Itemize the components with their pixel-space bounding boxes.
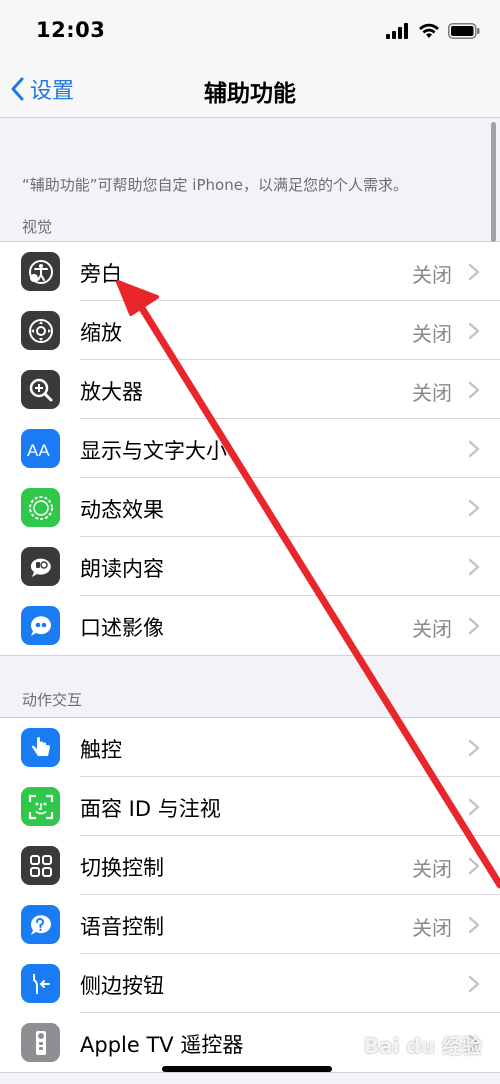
row-label: Apple TV 遥控器 [80, 1033, 244, 1057]
row-label: 缩放 [80, 321, 122, 345]
page-title: 辅助功能 [204, 81, 296, 107]
text-size-icon: AA [21, 429, 60, 468]
voice-control-icon [21, 905, 60, 944]
chevron-right-icon [468, 322, 480, 340]
chevron-right-icon [468, 381, 480, 399]
row-value: 关闭 [412, 617, 452, 641]
settings-row-motion[interactable]: 动态效果 [0, 478, 500, 537]
chevron-right-icon [468, 857, 480, 875]
settings-row-spoken-content[interactable]: 朗读内容 [0, 537, 500, 596]
row-value: 关闭 [412, 381, 452, 405]
motion-icon [21, 488, 60, 527]
row-value: 关闭 [412, 322, 452, 346]
row-value: 关闭 [412, 857, 452, 881]
audio-description-icon [21, 606, 60, 645]
row-label: 口述影像 [80, 616, 164, 640]
touch-icon [21, 728, 60, 767]
chevron-right-icon [468, 916, 480, 934]
settings-row-face-id[interactable]: 面容 ID 与注视 [0, 777, 500, 836]
settings-row-switch-control[interactable]: 切换控制 关闭 [0, 836, 500, 895]
side-button-icon [21, 964, 60, 1003]
row-label: 动态效果 [80, 498, 164, 522]
chevron-right-icon [468, 975, 480, 993]
row-label: 侧边按钮 [80, 974, 164, 998]
group-vision: 旁白 关闭 缩放 关闭 放大器 关闭 AA 显示与文字大小 动态效果 朗读内容 口述影像 关闭 [0, 241, 500, 656]
row-label: 朗读内容 [80, 557, 164, 581]
chevron-right-icon [468, 739, 480, 757]
row-label: 切换控制 [80, 856, 164, 880]
settings-row-voice-control[interactable]: 语音控制 关闭 [0, 895, 500, 954]
row-label: 触控 [80, 738, 122, 762]
zoom-icon [21, 311, 60, 350]
signal-icon [386, 23, 408, 39]
section-header-interaction: 动作交互 [22, 691, 83, 709]
chevron-right-icon [468, 798, 480, 816]
chevron-right-icon [468, 617, 480, 635]
row-label: 语音控制 [80, 915, 164, 939]
settings-content[interactable]: “辅助功能”可帮助您自定 iPhone，以满足您的个人需求。 视觉 旁白 关闭 缩放… [0, 119, 500, 1084]
battery-icon [448, 23, 480, 39]
row-label: 旁白 [80, 262, 122, 286]
home-indicator [162, 1066, 332, 1072]
voiceover-icon [21, 252, 60, 291]
chevron-right-icon [468, 499, 480, 517]
wifi-icon [419, 23, 439, 38]
chevron-right-icon [468, 440, 480, 458]
section-header-vision: 视觉 [22, 218, 53, 236]
row-label: 放大器 [80, 380, 143, 404]
status-icons [386, 20, 480, 42]
svg-text:AA: AA [27, 441, 50, 460]
status-bar: 12:03 [0, 0, 500, 58]
scrollbar[interactable] [491, 122, 496, 242]
face-id-icon [21, 787, 60, 826]
navigation-bar: 设置 辅助功能 [0, 58, 500, 118]
chevron-right-icon [468, 263, 480, 281]
settings-row-audio-description[interactable]: 口述影像 关闭 [0, 596, 500, 655]
settings-row-text-size[interactable]: AA 显示与文字大小 [0, 419, 500, 478]
row-value: 关闭 [412, 916, 452, 940]
row-label: 面容 ID 与注视 [80, 797, 221, 821]
description-text: “辅助功能”可帮助您自定 iPhone，以满足您的个人需求。 [22, 176, 408, 194]
magnifier-icon [21, 370, 60, 409]
spoken-content-icon [21, 547, 60, 586]
watermark: Bai du 经验 [363, 1034, 482, 1058]
settings-row-voiceover[interactable]: 旁白 关闭 [0, 242, 500, 301]
switch-control-icon [21, 846, 60, 885]
row-label: 显示与文字大小 [80, 439, 227, 463]
settings-row-zoom[interactable]: 缩放 关闭 [0, 301, 500, 360]
chevron-right-icon [468, 558, 480, 576]
row-value: 关闭 [412, 263, 452, 287]
settings-row-side-button[interactable]: 侧边按钮 [0, 954, 500, 1013]
status-time: 12:03 [36, 18, 106, 42]
apple-tv-remote-icon [21, 1023, 60, 1062]
group-interaction: 触控 面容 ID 与注视 切换控制 关闭 语音控制 关闭 侧边按钮 Apple TV 遥控器 [0, 717, 500, 1073]
settings-row-magnifier[interactable]: 放大器 关闭 [0, 360, 500, 419]
settings-row-touch[interactable]: 触控 [0, 718, 500, 777]
